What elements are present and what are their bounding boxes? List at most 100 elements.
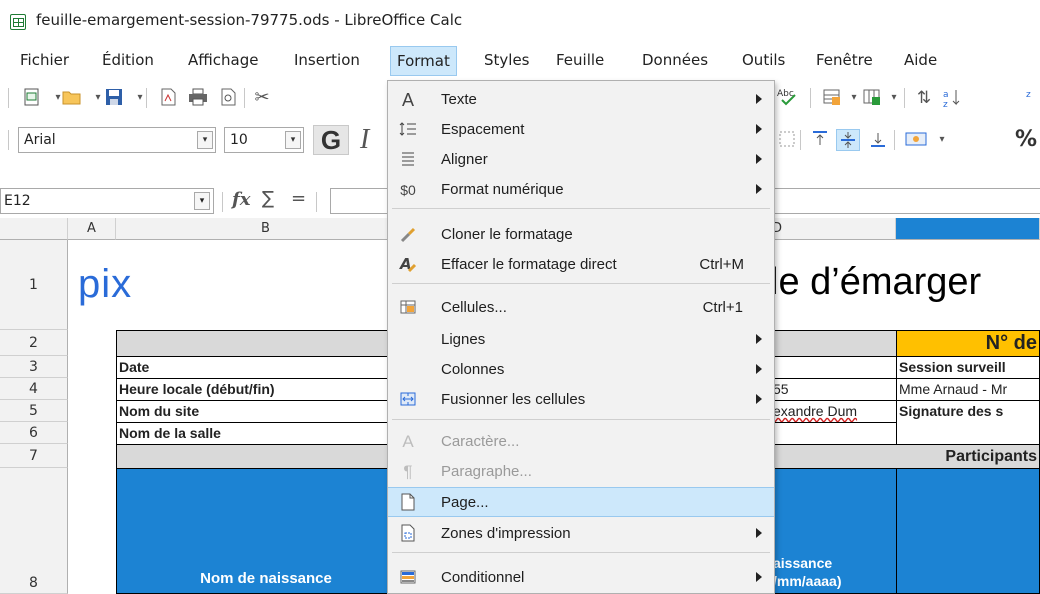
- column-header-a[interactable]: A: [68, 218, 116, 240]
- sort-ascending-icon[interactable]: az: [940, 87, 964, 110]
- menu-item-cellules[interactable]: Cellules... Ctrl+1: [388, 293, 774, 323]
- cell-d2[interactable]: [760, 330, 897, 357]
- currency-dropdown-icon[interactable]: ▾: [930, 129, 954, 151]
- menu-item-page[interactable]: Page...: [388, 487, 774, 517]
- column-header-b[interactable]: B: [116, 218, 416, 240]
- chevron-down-icon[interactable]: ▾: [194, 192, 210, 210]
- print-preview-icon[interactable]: [216, 87, 240, 109]
- sort-descending-icon[interactable]: z: [1024, 87, 1040, 109]
- new-document-icon[interactable]: [20, 87, 44, 109]
- session-header-cell[interactable]: La: [116, 330, 416, 357]
- font-name-combo[interactable]: Arial ▾: [18, 127, 216, 153]
- print-icon[interactable]: [186, 87, 210, 109]
- menu-item-cloner-le-formatage[interactable]: Cloner le formatage: [388, 220, 774, 250]
- signature-label-cell[interactable]: Signature des s: [896, 400, 1040, 445]
- number-format-currency-icon[interactable]: [904, 129, 928, 151]
- sort-icon[interactable]: ⇅: [912, 87, 936, 109]
- menu-item-conditionnel[interactable]: Conditionnel: [388, 563, 774, 593]
- menu-item-colonnes[interactable]: Colonnes: [388, 355, 774, 385]
- merge-cells-icon: [397, 390, 419, 410]
- toolbar-separator: [894, 130, 895, 150]
- menu-item-effacer-le-formatage-direct[interactable]: A Effacer le formatage direct Ctrl+M: [388, 250, 774, 280]
- menu-feuille[interactable]: Feuille: [550, 46, 610, 76]
- select-all-corner[interactable]: [0, 218, 68, 240]
- row-header-6[interactable]: 6: [0, 422, 68, 444]
- insert-rows-icon[interactable]: [820, 87, 844, 109]
- save-icon[interactable]: [102, 87, 126, 109]
- menu-item-aligner[interactable]: Aligner: [388, 145, 774, 175]
- row-header-7[interactable]: 7: [0, 444, 68, 468]
- align-bottom-icon[interactable]: [866, 129, 890, 151]
- format-menu: A Texte Espacement Aligner $0 Format num…: [387, 80, 775, 594]
- row-header-5[interactable]: 5: [0, 400, 68, 422]
- menu-item-texte[interactable]: A Texte: [388, 85, 774, 115]
- menu-separator: [392, 552, 770, 553]
- menu-aide[interactable]: Aide: [898, 46, 943, 76]
- bold-button[interactable]: G: [313, 125, 349, 155]
- row-header-4[interactable]: 4: [0, 378, 68, 400]
- function-wizard-button[interactable]: fx: [232, 189, 250, 210]
- menu-item-label: Caractère...: [441, 433, 520, 450]
- column-header-d[interactable]: D: [760, 218, 896, 240]
- cell-d4[interactable]: 55: [760, 378, 897, 401]
- menu-donnees[interactable]: Données: [636, 46, 714, 76]
- time-label-cell[interactable]: Heure locale (début/fin): [116, 378, 416, 401]
- sum-button[interactable]: ∑: [262, 188, 274, 209]
- italic-button[interactable]: I: [360, 126, 384, 154]
- toolbar-separator: [800, 130, 801, 150]
- cut-icon[interactable]: ✂: [250, 87, 274, 109]
- menu-item-label: Conditionnel: [441, 569, 525, 586]
- cell-b7[interactable]: [116, 444, 416, 469]
- cell-e8[interactable]: [896, 468, 1040, 594]
- calc-app-icon: [10, 14, 26, 30]
- spellcheck-icon[interactable]: Abc: [776, 87, 800, 109]
- menu-item-format-numerique[interactable]: $0 Format numérique: [388, 175, 774, 205]
- session-number-header[interactable]: N° de: [896, 330, 1040, 357]
- cell-d3[interactable]: [760, 356, 897, 379]
- row-header-1[interactable]: 1: [0, 240, 68, 330]
- formula-button[interactable]: =: [291, 188, 306, 209]
- menu-styles[interactable]: Styles: [478, 46, 536, 76]
- room-label-cell[interactable]: Nom de la salle: [116, 422, 416, 445]
- align-center-vertically-icon[interactable]: [836, 129, 860, 151]
- menu-edition[interactable]: Édition: [96, 46, 160, 76]
- menu-item-label: Paragraphe...: [441, 463, 532, 480]
- insert-columns-icon[interactable]: [860, 87, 884, 109]
- menu-insertion[interactable]: Insertion: [288, 46, 366, 76]
- chevron-down-icon[interactable]: ▾: [285, 131, 301, 149]
- open-folder-icon[interactable]: [60, 87, 84, 109]
- column-header-e[interactable]: [896, 218, 1040, 240]
- row-header-2[interactable]: 2: [0, 330, 68, 356]
- borders-icon[interactable]: [775, 129, 799, 151]
- percent-button[interactable]: %: [1012, 129, 1040, 151]
- menu-format[interactable]: Format: [390, 46, 457, 76]
- menu-item-fusionner-les-cellules[interactable]: Fusionner les cellules: [388, 385, 774, 415]
- row-header-3[interactable]: 3: [0, 356, 68, 378]
- session-supervisor-label[interactable]: Session surveill: [896, 356, 1040, 379]
- row-header-8[interactable]: 8: [0, 468, 68, 594]
- date-label-cell[interactable]: Date: [116, 356, 416, 379]
- participants-header[interactable]: Participants: [760, 444, 1040, 469]
- menu-item-lignes[interactable]: Lignes: [388, 325, 774, 355]
- name-box[interactable]: E12 ▾: [0, 188, 214, 214]
- menu-affichage[interactable]: Affichage: [182, 46, 264, 76]
- cell-d5[interactable]: exandre Dum: [760, 400, 897, 423]
- chevron-down-icon[interactable]: ▾: [197, 131, 213, 149]
- cell-d6[interactable]: [760, 422, 897, 445]
- menu-fenetre[interactable]: Fenêtre: [810, 46, 879, 76]
- site-label-cell[interactable]: Nom du site: [116, 400, 416, 423]
- menu-item-paragraphe: ¶ Paragraphe...: [388, 457, 774, 487]
- menu-item-espacement[interactable]: Espacement: [388, 115, 774, 145]
- insert-columns-dropdown-icon[interactable]: ▾: [882, 87, 906, 109]
- save-dropdown-icon[interactable]: ▾: [128, 87, 152, 109]
- export-pdf-icon[interactable]: [156, 87, 180, 109]
- align-top-icon[interactable]: [808, 129, 832, 151]
- menu-item-zones-dimpression[interactable]: Zones d'impression: [388, 519, 774, 549]
- number-format-icon: $0: [400, 182, 416, 198]
- menu-fichier[interactable]: Fichier: [14, 46, 75, 76]
- font-size-combo[interactable]: 10 ▾: [224, 127, 304, 153]
- supervisor-names-cell[interactable]: Mme Arnaud - Mr: [896, 378, 1040, 401]
- menu-outils[interactable]: Outils: [736, 46, 791, 76]
- birthdate-header[interactable]: aissance /mm/aaaa): [760, 468, 897, 594]
- birth-name-header[interactable]: Nom de naissance: [116, 468, 416, 594]
